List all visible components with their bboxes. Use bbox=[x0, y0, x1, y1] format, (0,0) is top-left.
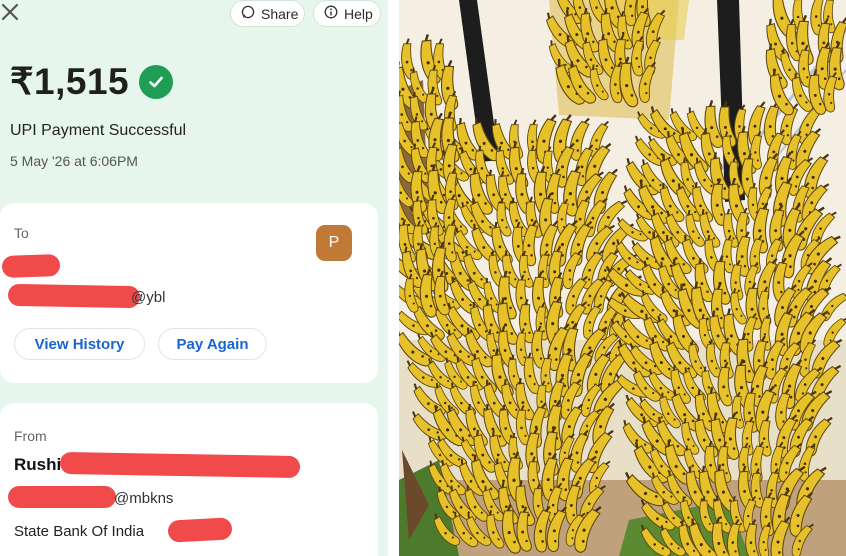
redacted-recipient-name bbox=[1, 253, 61, 279]
redacted-recipient-upi bbox=[7, 283, 141, 309]
sender-upi-suffix: @mbkns bbox=[114, 490, 174, 507]
sender-bank: State Bank Of India bbox=[14, 523, 145, 540]
payment-receipt-panel: Share Help ₹1,515 UPI Payment Successful… bbox=[0, 0, 388, 556]
pay-again-button[interactable]: Pay Again bbox=[158, 328, 267, 360]
payment-status: UPI Payment Successful bbox=[10, 122, 187, 139]
close-icon[interactable] bbox=[0, 2, 20, 22]
amount-row: ₹1,515 bbox=[10, 60, 174, 103]
from-label: From bbox=[14, 428, 47, 444]
view-history-button[interactable]: View History bbox=[14, 328, 145, 360]
sender-name: Rushi bbox=[14, 455, 62, 474]
help-button[interactable]: Help bbox=[313, 0, 381, 27]
share-label: Share bbox=[261, 5, 299, 22]
recipient-card: To P @ybl View History Pay Again bbox=[0, 203, 378, 383]
help-icon bbox=[324, 5, 338, 22]
whatsapp-icon bbox=[241, 5, 255, 22]
banana-bunches-photo bbox=[399, 0, 846, 556]
payment-amount: ₹1,515 bbox=[10, 61, 130, 102]
payment-date: 5 May '26 at 6:06PM bbox=[10, 153, 138, 169]
redacted-account bbox=[167, 517, 233, 543]
redacted-sender-name bbox=[59, 451, 301, 479]
share-button[interactable]: Share bbox=[230, 0, 305, 27]
recipient-upi-suffix: @ybl bbox=[131, 289, 166, 306]
help-label: Help bbox=[344, 5, 373, 22]
check-circle-icon bbox=[139, 64, 174, 99]
redacted-sender-upi bbox=[8, 486, 116, 508]
sender-card: From Rushi @mbkns State Bank Of India bbox=[0, 403, 378, 556]
avatar: P bbox=[316, 225, 352, 261]
to-label: To bbox=[14, 225, 29, 241]
